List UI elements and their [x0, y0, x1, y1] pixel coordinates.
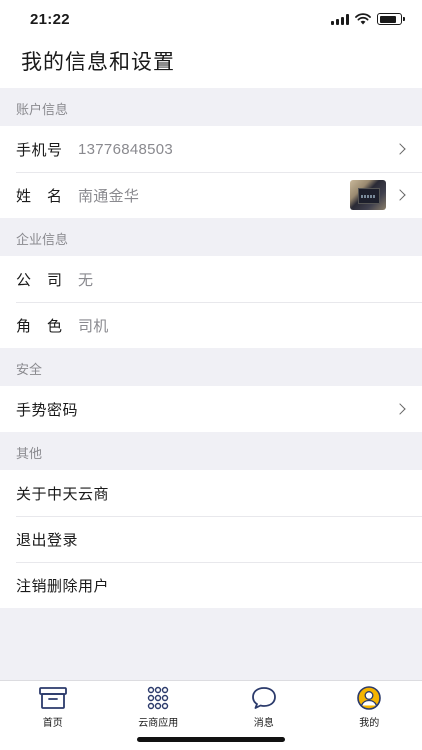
phone-value: 13776848503 [78, 140, 174, 158]
company-label: 公 司 [16, 271, 63, 289]
account-group: 手机号 13776848503 姓 名 南通金华 [0, 126, 422, 218]
tab-home-label: 首页 [42, 718, 63, 729]
home-indicator [137, 737, 285, 742]
tab-home[interactable]: 首页 [0, 681, 106, 750]
gesture-password-label: 手势密码 [16, 401, 79, 419]
name-value: 南通金华 [78, 187, 140, 205]
screen: 21:22 我的信息和设置 账户信息 手机号 13776848503 姓 名 南… [0, 0, 422, 750]
tab-apps-label: 云商应用 [138, 718, 179, 729]
signal-icon [331, 13, 349, 25]
section-label-account: 账户信息 [16, 102, 69, 117]
wifi-icon [355, 13, 371, 25]
avatar-thumbnail [350, 180, 386, 210]
chevron-right-icon [394, 403, 406, 415]
about-row[interactable]: 关于中天云商 [0, 470, 422, 516]
tab-mine[interactable]: 我的 [317, 681, 422, 750]
section-label-security: 安全 [16, 362, 43, 377]
company-group: 公 司 无 角 色 司机 [0, 256, 422, 348]
other-group: 关于中天云商 退出登录 注销删除用户 [0, 470, 422, 608]
security-group: 手势密码 [0, 386, 422, 432]
tab-mine-label: 我的 [359, 718, 380, 729]
status-icons [331, 13, 405, 25]
name-row[interactable]: 姓 名 南通金华 [0, 172, 422, 218]
chevron-right-icon [394, 143, 406, 155]
tab-messages-label: 消息 [253, 718, 274, 729]
chevron-right-icon [394, 189, 406, 201]
box-icon [38, 687, 67, 709]
delete-account-label: 注销删除用户 [16, 577, 110, 595]
user-icon [357, 686, 382, 710]
section-label-other: 其他 [16, 446, 43, 461]
battery-icon [377, 13, 405, 25]
role-row: 角 色 司机 [0, 302, 422, 348]
delete-account-row[interactable]: 注销删除用户 [0, 562, 422, 608]
phone-label: 手机号 [16, 141, 63, 159]
about-label: 关于中天云商 [16, 485, 110, 503]
name-label: 姓 名 [16, 187, 63, 205]
page-title: 我的信息和设置 [21, 51, 175, 74]
section-label-company: 企业信息 [16, 232, 69, 247]
chat-bubble-icon [251, 687, 276, 709]
gesture-password-row[interactable]: 手势密码 [0, 386, 422, 432]
grid-dots-icon [148, 686, 169, 710]
status-time: 21:22 [30, 11, 70, 28]
logout-row[interactable]: 退出登录 [0, 516, 422, 562]
phone-row[interactable]: 手机号 13776848503 [0, 126, 422, 172]
role-label: 角 色 [16, 317, 63, 335]
role-value: 司机 [78, 317, 109, 335]
company-row: 公 司 无 [0, 256, 422, 302]
logout-label: 退出登录 [16, 531, 79, 549]
company-value: 无 [78, 271, 94, 289]
header: 21:22 我的信息和设置 [0, 0, 422, 88]
